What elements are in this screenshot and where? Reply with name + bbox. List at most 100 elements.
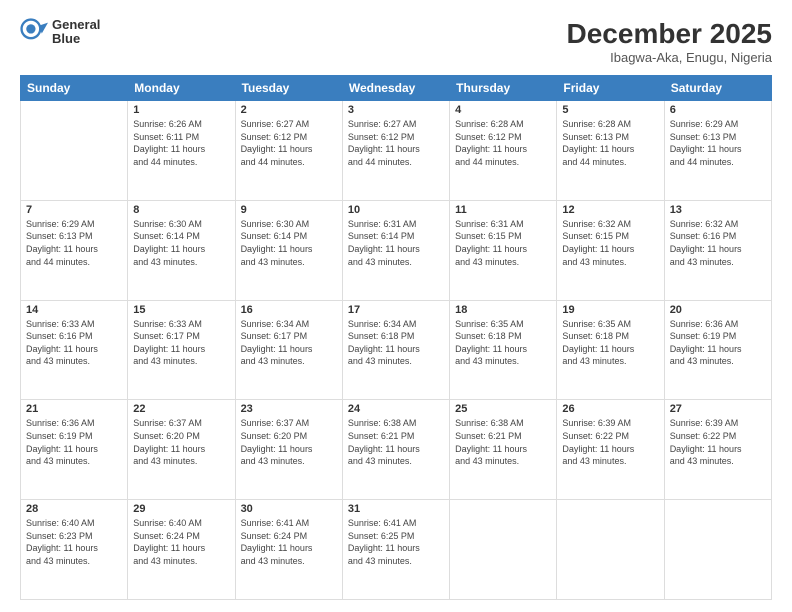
day-info: Sunrise: 6:33 AM Sunset: 6:16 PM Dayligh…	[26, 318, 122, 368]
day-info: Sunrise: 6:38 AM Sunset: 6:21 PM Dayligh…	[455, 417, 551, 467]
day-number: 16	[241, 304, 337, 316]
col-thursday: Thursday	[450, 76, 557, 101]
logo: General Blue	[20, 18, 100, 47]
day-info: Sunrise: 6:32 AM Sunset: 6:15 PM Dayligh…	[562, 218, 658, 268]
day-info: Sunrise: 6:35 AM Sunset: 6:18 PM Dayligh…	[455, 318, 551, 368]
calendar-cell: 17 Sunrise: 6:34 AM Sunset: 6:18 PM Dayli…	[342, 300, 449, 400]
day-info: Sunrise: 6:30 AM Sunset: 6:14 PM Dayligh…	[241, 218, 337, 268]
day-number: 7	[26, 204, 122, 216]
day-number: 20	[670, 304, 766, 316]
title-block: December 2025 Ibagwa-Aka, Enugu, Nigeria	[567, 18, 772, 65]
day-number: 18	[455, 304, 551, 316]
calendar-cell: 3 Sunrise: 6:27 AM Sunset: 6:12 PM Daylig…	[342, 101, 449, 201]
day-number: 2	[241, 104, 337, 116]
calendar-cell: 21Sunrise: 6:36 AM Sunset: 6:19 PM Dayli…	[21, 400, 128, 500]
day-info: Sunrise: 6:27 AM Sunset: 6:12 PM Dayligh…	[348, 118, 444, 168]
day-number: 21	[26, 403, 122, 415]
calendar-cell: 25 Sunrise: 6:38 AM Sunset: 6:21 PM Dayli…	[450, 400, 557, 500]
day-number: 19	[562, 304, 658, 316]
calendar-cell: 7 Sunrise: 6:29 AM Sunset: 6:13 PM Daylig…	[21, 200, 128, 300]
calendar-cell: 4 Sunrise: 6:28 AM Sunset: 6:12 PM Daylig…	[450, 101, 557, 201]
day-info: Sunrise: 6:38 AM Sunset: 6:21 PM Dayligh…	[348, 417, 444, 467]
calendar-week-3: 14Sunrise: 6:33 AM Sunset: 6:16 PM Dayli…	[21, 300, 772, 400]
calendar-week-2: 7 Sunrise: 6:29 AM Sunset: 6:13 PM Daylig…	[21, 200, 772, 300]
calendar-cell: 10Sunrise: 6:31 AM Sunset: 6:14 PM Dayli…	[342, 200, 449, 300]
day-info: Sunrise: 6:39 AM Sunset: 6:22 PM Dayligh…	[670, 417, 766, 467]
calendar-cell: 31Sunrise: 6:41 AM Sunset: 6:25 PM Dayli…	[342, 500, 449, 600]
day-number: 25	[455, 403, 551, 415]
day-info: Sunrise: 6:34 AM Sunset: 6:18 PM Dayligh…	[348, 318, 444, 368]
day-number: 29	[133, 503, 229, 515]
col-monday: Monday	[128, 76, 235, 101]
header-row: Sunday Monday Tuesday Wednesday Thursday…	[21, 76, 772, 101]
day-number: 31	[348, 503, 444, 515]
calendar-cell: 28Sunrise: 6:40 AM Sunset: 6:23 PM Dayli…	[21, 500, 128, 600]
calendar-cell: 11Sunrise: 6:31 AM Sunset: 6:15 PM Dayli…	[450, 200, 557, 300]
day-number: 3	[348, 104, 444, 116]
calendar-cell: 9 Sunrise: 6:30 AM Sunset: 6:14 PM Daylig…	[235, 200, 342, 300]
calendar-cell: 6 Sunrise: 6:29 AM Sunset: 6:13 PM Daylig…	[664, 101, 771, 201]
calendar-cell	[450, 500, 557, 600]
day-number: 17	[348, 304, 444, 316]
day-info: Sunrise: 6:37 AM Sunset: 6:20 PM Dayligh…	[241, 417, 337, 467]
location: Ibagwa-Aka, Enugu, Nigeria	[567, 50, 772, 65]
calendar-cell: 18 Sunrise: 6:35 AM Sunset: 6:18 PM Dayli…	[450, 300, 557, 400]
day-info: Sunrise: 6:34 AM Sunset: 6:17 PM Dayligh…	[241, 318, 337, 368]
logo-line1: General	[52, 18, 100, 32]
day-info: Sunrise: 6:28 AM Sunset: 6:12 PM Dayligh…	[455, 118, 551, 168]
calendar-cell: 24 Sunrise: 6:38 AM Sunset: 6:21 PM Dayli…	[342, 400, 449, 500]
col-tuesday: Tuesday	[235, 76, 342, 101]
calendar-week-1: 1Sunrise: 6:26 AM Sunset: 6:11 PM Daylig…	[21, 101, 772, 201]
month-title: December 2025	[567, 18, 772, 50]
calendar-cell: 2 Sunrise: 6:27 AM Sunset: 6:12 PM Daylig…	[235, 101, 342, 201]
calendar-cell	[21, 101, 128, 201]
header: General Blue December 2025 Ibagwa-Aka, E…	[20, 18, 772, 65]
day-number: 15	[133, 304, 229, 316]
day-number: 22	[133, 403, 229, 415]
calendar-cell: 15 Sunrise: 6:33 AM Sunset: 6:17 PM Dayli…	[128, 300, 235, 400]
day-info: Sunrise: 6:40 AM Sunset: 6:24 PM Dayligh…	[133, 517, 229, 567]
calendar-cell: 1Sunrise: 6:26 AM Sunset: 6:11 PM Daylig…	[128, 101, 235, 201]
day-info: Sunrise: 6:30 AM Sunset: 6:14 PM Dayligh…	[133, 218, 229, 268]
day-info: Sunrise: 6:27 AM Sunset: 6:12 PM Dayligh…	[241, 118, 337, 168]
day-info: Sunrise: 6:28 AM Sunset: 6:13 PM Dayligh…	[562, 118, 658, 168]
calendar-cell: 30Sunrise: 6:41 AM Sunset: 6:24 PM Dayli…	[235, 500, 342, 600]
day-number: 27	[670, 403, 766, 415]
day-number: 12	[562, 204, 658, 216]
day-info: Sunrise: 6:33 AM Sunset: 6:17 PM Dayligh…	[133, 318, 229, 368]
calendar-cell: 12 Sunrise: 6:32 AM Sunset: 6:15 PM Dayli…	[557, 200, 664, 300]
calendar-week-4: 21Sunrise: 6:36 AM Sunset: 6:19 PM Dayli…	[21, 400, 772, 500]
calendar-cell: 19Sunrise: 6:35 AM Sunset: 6:18 PM Dayli…	[557, 300, 664, 400]
day-info: Sunrise: 6:29 AM Sunset: 6:13 PM Dayligh…	[26, 218, 122, 268]
day-number: 9	[241, 204, 337, 216]
day-number: 1	[133, 104, 229, 116]
day-info: Sunrise: 6:32 AM Sunset: 6:16 PM Dayligh…	[670, 218, 766, 268]
calendar-table: Sunday Monday Tuesday Wednesday Thursday…	[20, 75, 772, 600]
day-number: 6	[670, 104, 766, 116]
calendar-cell: 26Sunrise: 6:39 AM Sunset: 6:22 PM Dayli…	[557, 400, 664, 500]
calendar-cell: 27 Sunrise: 6:39 AM Sunset: 6:22 PM Dayli…	[664, 400, 771, 500]
day-number: 13	[670, 204, 766, 216]
col-wednesday: Wednesday	[342, 76, 449, 101]
day-number: 30	[241, 503, 337, 515]
col-friday: Friday	[557, 76, 664, 101]
calendar-cell: 13 Sunrise: 6:32 AM Sunset: 6:16 PM Dayli…	[664, 200, 771, 300]
calendar-cell	[557, 500, 664, 600]
logo-text: General Blue	[52, 18, 100, 47]
day-info: Sunrise: 6:29 AM Sunset: 6:13 PM Dayligh…	[670, 118, 766, 168]
calendar-cell	[664, 500, 771, 600]
day-number: 8	[133, 204, 229, 216]
calendar-cell: 5Sunrise: 6:28 AM Sunset: 6:13 PM Daylig…	[557, 101, 664, 201]
day-number: 24	[348, 403, 444, 415]
day-info: Sunrise: 6:36 AM Sunset: 6:19 PM Dayligh…	[670, 318, 766, 368]
day-number: 4	[455, 104, 551, 116]
day-info: Sunrise: 6:39 AM Sunset: 6:22 PM Dayligh…	[562, 417, 658, 467]
calendar-cell: 20 Sunrise: 6:36 AM Sunset: 6:19 PM Dayli…	[664, 300, 771, 400]
day-info: Sunrise: 6:37 AM Sunset: 6:20 PM Dayligh…	[133, 417, 229, 467]
calendar-cell: 8 Sunrise: 6:30 AM Sunset: 6:14 PM Daylig…	[128, 200, 235, 300]
calendar-cell: 22 Sunrise: 6:37 AM Sunset: 6:20 PM Dayli…	[128, 400, 235, 500]
day-number: 28	[26, 503, 122, 515]
day-number: 10	[348, 204, 444, 216]
logo-icon	[20, 18, 48, 46]
calendar-cell: 14Sunrise: 6:33 AM Sunset: 6:16 PM Dayli…	[21, 300, 128, 400]
